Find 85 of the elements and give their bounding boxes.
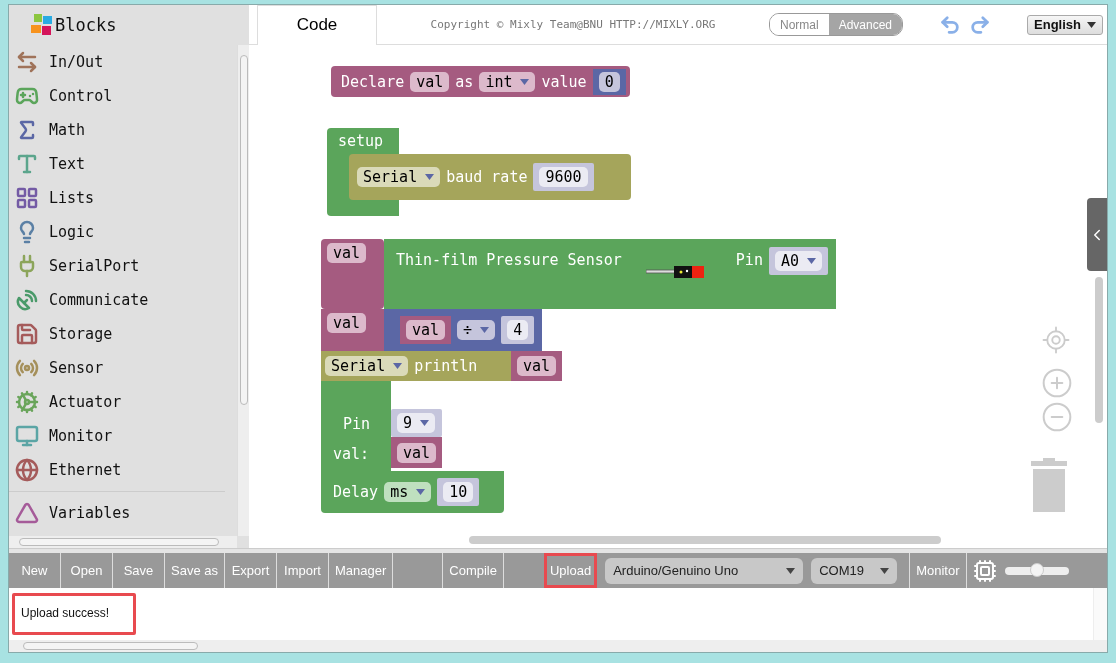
- variable-field[interactable]: val: [397, 442, 437, 463]
- assign-block[interactable]: val: [321, 309, 384, 351]
- caret-icon: [520, 78, 530, 85]
- dropdown-field[interactable]: ÷: [457, 320, 496, 340]
- block-label: Pin: [735, 251, 763, 269]
- variable-field[interactable]: val: [327, 243, 367, 263]
- block-label: Declare: [341, 72, 405, 91]
- mode-toggle[interactable]: Normal Advanced: [769, 13, 904, 36]
- flyout-handle[interactable]: [1087, 198, 1107, 271]
- port-select[interactable]: COM19: [811, 557, 898, 584]
- number-field[interactable]: 9600: [539, 167, 588, 187]
- category-item[interactable]: Sensor: [9, 351, 237, 385]
- category-item[interactable]: Text: [9, 147, 237, 181]
- caret-icon: [425, 174, 435, 180]
- trash-icon[interactable]: [1029, 458, 1069, 512]
- category-item[interactable]: Control: [9, 79, 237, 113]
- block-label: val:: [333, 444, 370, 465]
- caret-icon: [480, 327, 490, 333]
- zoom-out-icon[interactable]: [1041, 401, 1073, 433]
- copyright-text: Copyright © Mixly Team@BNU HTTP://MIXLY.ORG: [429, 18, 717, 31]
- category-item[interactable]: Lists: [9, 181, 237, 215]
- caret-icon: [420, 420, 430, 426]
- number-field[interactable]: 4: [507, 320, 529, 340]
- caret-icon: [1087, 21, 1096, 28]
- category-item[interactable]: SerialPort: [9, 249, 237, 283]
- redo-icon[interactable]: [969, 13, 992, 36]
- println-block[interactable]: Serial println: [321, 351, 511, 381]
- block-label: println: [414, 357, 478, 375]
- variable-field[interactable]: val: [327, 313, 367, 333]
- undo-icon[interactable]: [939, 13, 962, 36]
- code-tab[interactable]: Code: [257, 4, 377, 45]
- declare-block[interactable]: Declare val as int value 0: [331, 66, 630, 97]
- block-label: baud rate: [446, 168, 528, 186]
- math-block[interactable]: val ÷ 4: [384, 309, 543, 351]
- caret-icon: [786, 567, 796, 574]
- assign-block[interactable]: val: [321, 239, 384, 309]
- zoom-in-icon[interactable]: [1041, 367, 1073, 399]
- slider-thumb[interactable]: [1029, 562, 1044, 577]
- block-label: Pin: [342, 414, 371, 435]
- block-label: Thin-film Pressure Sensor: [396, 251, 622, 269]
- category-item[interactable]: Variables: [9, 496, 237, 530]
- number-field[interactable]: 0: [598, 71, 620, 92]
- block-label: setup: [337, 132, 384, 150]
- delay-block[interactable]: Delay ms 10: [321, 471, 504, 513]
- category-item[interactable]: Ethernet: [9, 453, 237, 487]
- dropdown-field[interactable]: A0: [774, 251, 822, 271]
- variable-block[interactable]: val: [511, 351, 563, 381]
- sidebar-title: Blocks: [55, 15, 117, 35]
- workspace-canvas[interactable]: Declare val as int value 0 setup Serial baud rate 9600 val Thin-film Pressure Sensor Pin A0 val val ÷ 4 Serial println val Pin val: 9 val Delay ms 10: [249, 45, 1107, 548]
- variable-field[interactable]: val: [410, 71, 450, 92]
- category-item[interactable]: Actuator: [9, 385, 237, 419]
- puzzle-icon: [31, 14, 53, 36]
- board-select[interactable]: Arduino/Genuino Uno: [605, 557, 804, 584]
- sensor-drawing: [646, 265, 704, 279]
- dropdown-field[interactable]: ms: [384, 482, 432, 502]
- slider-track[interactable]: [1004, 566, 1069, 575]
- dropdown-field[interactable]: int: [479, 71, 536, 92]
- variable-field[interactable]: val: [406, 320, 446, 340]
- language-dropdown[interactable]: English: [1027, 14, 1103, 35]
- block-label: value: [541, 72, 587, 91]
- category-item[interactable]: Math: [9, 113, 237, 147]
- dropdown-field[interactable]: 9: [397, 413, 436, 433]
- serial-baud-block[interactable]: Serial baud rate 9600: [349, 154, 631, 200]
- sensor-block[interactable]: Thin-film Pressure Sensor Pin A0: [384, 239, 836, 309]
- caret-icon: [416, 489, 426, 495]
- dropdown-field[interactable]: Serial: [357, 167, 441, 187]
- caret-icon: [393, 363, 403, 369]
- output-message: Upload success!: [12, 593, 137, 635]
- category-item[interactable]: Communicate: [9, 283, 237, 317]
- setup-block[interactable]: setup Serial baud rate 9600: [327, 128, 631, 216]
- caret-icon: [807, 258, 816, 264]
- chip-icon[interactable]: [972, 558, 997, 583]
- caret-icon: [880, 567, 890, 574]
- variable-block[interactable]: val: [391, 437, 443, 468]
- block-label: Delay: [333, 483, 379, 501]
- category-item[interactable]: Storage: [9, 317, 237, 351]
- category-item[interactable]: Monitor: [9, 419, 237, 453]
- category-item[interactable]: In/Out: [9, 45, 237, 79]
- variable-block[interactable]: val: [400, 316, 452, 344]
- category-item[interactable]: Logic: [9, 215, 237, 249]
- block-label: as: [455, 72, 474, 91]
- dropdown-field[interactable]: Serial: [325, 356, 409, 376]
- crosshair-icon[interactable]: [1041, 325, 1071, 355]
- number-field[interactable]: 10: [443, 482, 474, 502]
- variable-field[interactable]: val: [517, 356, 557, 376]
